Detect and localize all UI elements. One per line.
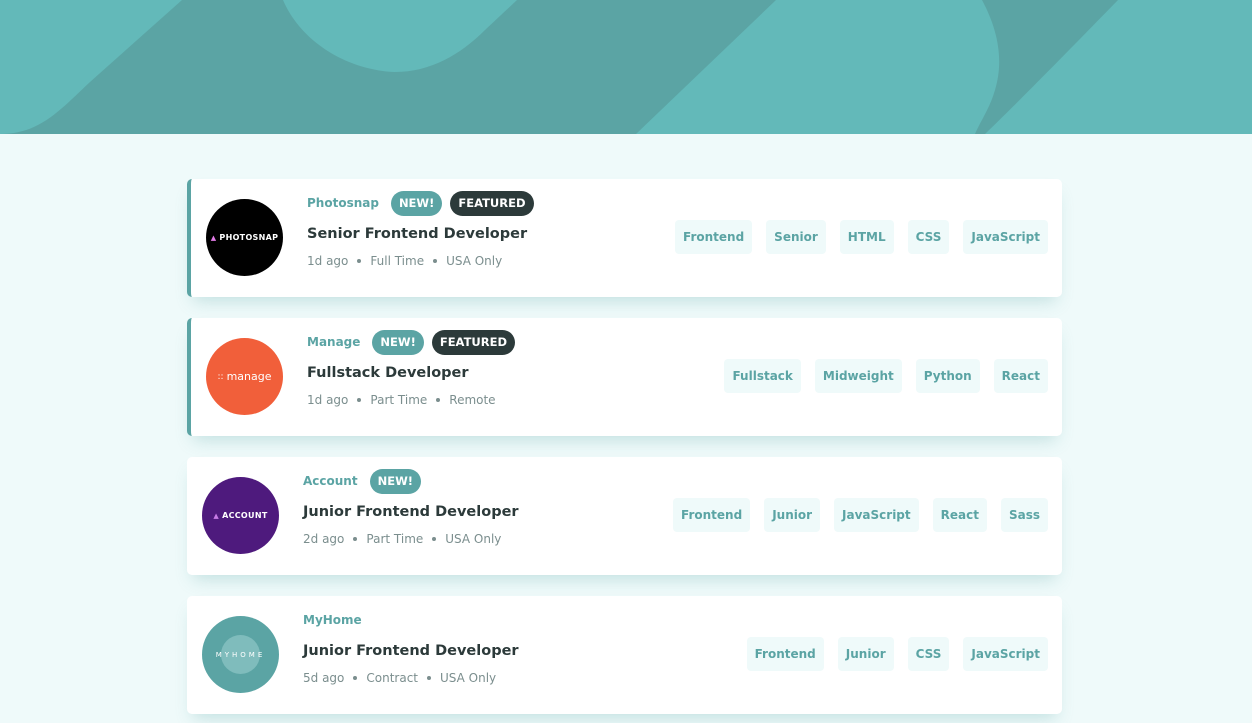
job-meta: 2d ago Part Time USA Only	[303, 532, 519, 546]
job-meta: 1d ago Full Time USA Only	[307, 254, 542, 268]
tag-filter[interactable]: JavaScript	[963, 637, 1048, 671]
company-name[interactable]: Photosnap	[307, 196, 379, 210]
job-card[interactable]: :: manage Manage NEW! FEATURED Fullstack…	[187, 318, 1062, 436]
tag-filter[interactable]: CSS	[907, 637, 950, 671]
job-title[interactable]: Junior Frontend Developer	[303, 504, 519, 520]
tag-filter[interactable]: React	[993, 359, 1048, 393]
location: USA Only	[446, 254, 503, 268]
tag-filter[interactable]: Fullstack	[724, 359, 801, 393]
job-card[interactable]: ▲ ACCOUNT Account NEW! Junior Frontend D…	[187, 457, 1062, 575]
posted-at: 5d ago	[303, 671, 345, 685]
tag-list: Frontend Junior CSS JavaScript	[733, 637, 1048, 671]
header-banner	[0, 0, 1252, 134]
company-logo: ▲ PHOTOSNAP	[206, 199, 283, 276]
tag-filter[interactable]: JavaScript	[963, 220, 1048, 254]
tag-filter[interactable]: Python	[915, 359, 980, 393]
separator-dot	[357, 398, 362, 402]
featured-badge: FEATURED	[450, 190, 534, 216]
tag-filter[interactable]: React	[932, 498, 987, 532]
company-logo: :: manage	[206, 338, 283, 415]
tag-list: Frontend Senior HTML CSS JavaScript	[661, 220, 1048, 254]
location: USA Only	[440, 671, 497, 685]
separator-dot	[353, 676, 358, 680]
job-card[interactable]: MYHOME MyHome Junior Frontend Developer …	[187, 596, 1062, 714]
logo-text: PHOTOSNAP	[219, 233, 279, 242]
tag-filter[interactable]: Frontend	[673, 498, 751, 532]
job-title[interactable]: Fullstack Developer	[307, 365, 523, 381]
new-badge: NEW!	[390, 190, 443, 216]
tag-filter[interactable]: Junior	[764, 498, 821, 532]
posted-at: 2d ago	[303, 532, 345, 546]
contract-type: Contract	[366, 671, 419, 685]
tag-filter[interactable]: Frontend	[746, 637, 824, 671]
featured-badge: FEATURED	[431, 329, 516, 355]
job-info: MyHome Junior Frontend Developer 5d ago …	[303, 607, 519, 685]
job-info: Photosnap NEW! FEATURED Senior Frontend …	[307, 190, 542, 268]
location: Remote	[449, 393, 496, 407]
logo-mark: ::	[217, 371, 224, 382]
separator-dot	[436, 398, 441, 402]
separator-dot	[427, 676, 432, 680]
separator-dot	[353, 537, 358, 541]
new-badge: NEW!	[372, 329, 424, 355]
tag-list: Fullstack Midweight Python React	[710, 359, 1048, 393]
posted-at: 1d ago	[307, 393, 349, 407]
contract-type: Part Time	[370, 393, 428, 407]
tag-filter[interactable]: HTML	[839, 220, 894, 254]
logo-text: ACCOUNT	[222, 511, 268, 520]
separator-dot	[432, 537, 437, 541]
logo-mark: ▲	[210, 233, 217, 242]
job-title[interactable]: Junior Frontend Developer	[303, 643, 519, 659]
contract-type: Part Time	[366, 532, 424, 546]
posted-at: 1d ago	[307, 254, 349, 268]
logo-mark: ▲	[213, 511, 220, 520]
job-info: Account NEW! Junior Frontend Developer 2…	[303, 468, 519, 546]
job-card[interactable]: ▲ PHOTOSNAP Photosnap NEW! FEATURED Seni…	[187, 179, 1062, 297]
tag-filter[interactable]: Sass	[1000, 498, 1048, 532]
job-meta: 5d ago Contract USA Only	[303, 671, 519, 685]
new-badge: NEW!	[369, 468, 422, 494]
logo-text: manage	[226, 370, 272, 383]
job-info: Manage NEW! FEATURED Fullstack Developer…	[307, 329, 523, 407]
tag-filter[interactable]: CSS	[907, 220, 950, 254]
contract-type: Full Time	[370, 254, 425, 268]
header-pattern	[0, 0, 1252, 134]
tag-filter[interactable]: Junior	[837, 637, 894, 671]
tag-list: Frontend Junior JavaScript React Sass	[659, 498, 1048, 532]
location: USA Only	[445, 532, 502, 546]
company-name[interactable]: Manage	[307, 335, 360, 349]
company-name[interactable]: MyHome	[303, 613, 362, 627]
job-title[interactable]: Senior Frontend Developer	[307, 226, 542, 242]
job-meta: 1d ago Part Time Remote	[307, 393, 523, 407]
tag-filter[interactable]: Midweight	[814, 359, 902, 393]
tag-filter[interactable]: JavaScript	[834, 498, 919, 532]
tag-filter[interactable]: Frontend	[675, 220, 753, 254]
company-logo: MYHOME	[202, 616, 279, 693]
logo-text: MYHOME	[215, 650, 266, 659]
company-name[interactable]: Account	[303, 474, 358, 488]
tag-filter[interactable]: Senior	[766, 220, 826, 254]
separator-dot	[357, 259, 362, 263]
company-logo: ▲ ACCOUNT	[202, 477, 279, 554]
separator-dot	[433, 259, 438, 263]
